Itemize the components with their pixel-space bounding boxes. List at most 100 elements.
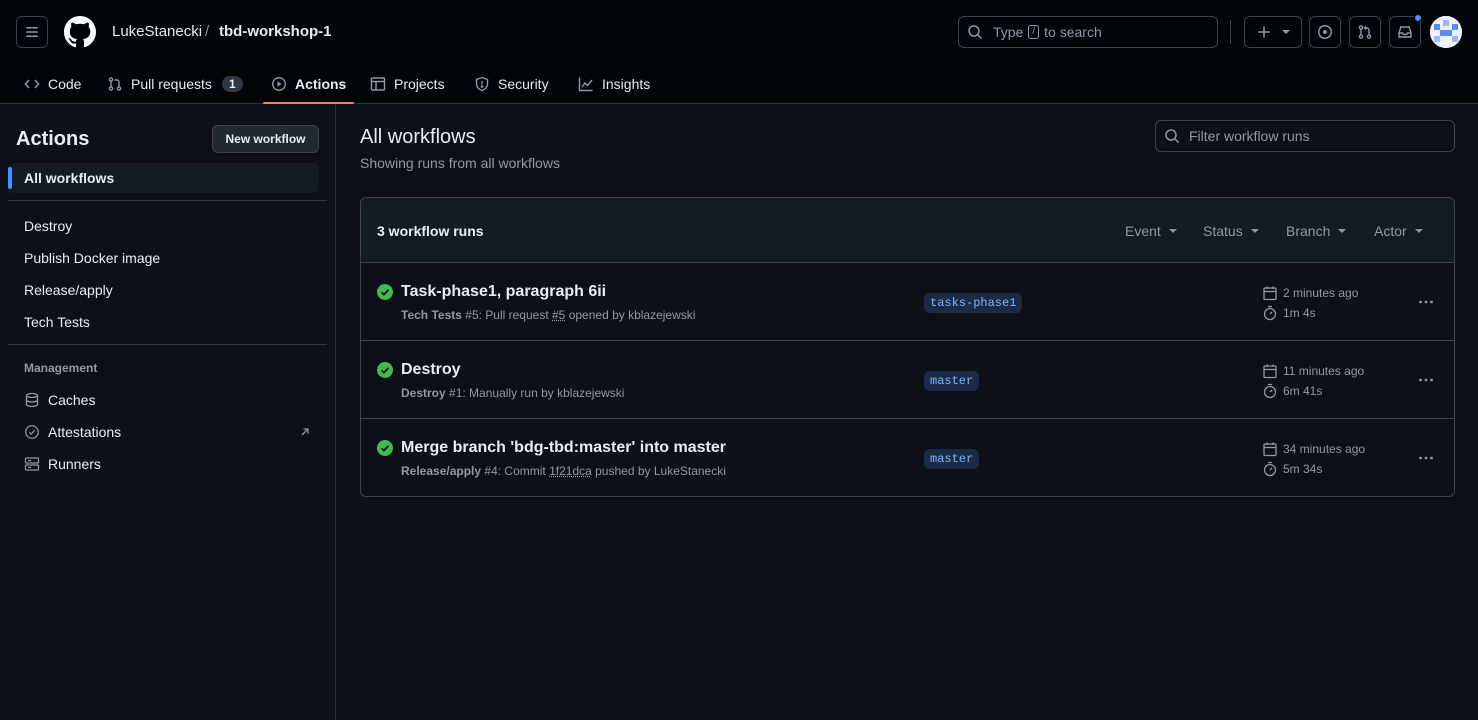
- header-divider: [1230, 20, 1231, 44]
- run-duration: 1m 4s: [1262, 305, 1316, 321]
- create-new-button[interactable]: [1244, 16, 1302, 48]
- run-meta: Destroy #1: Manually run by kblazejewski: [401, 386, 624, 400]
- tab-projects-label: Projects: [394, 76, 445, 92]
- sidebar-divider: [8, 344, 327, 345]
- run-number: #4: [484, 464, 498, 478]
- server-icon: [24, 456, 40, 472]
- sidebar-divider: [8, 200, 327, 201]
- sidebar-item-caches[interactable]: Caches: [8, 385, 319, 415]
- graph-icon: [578, 76, 594, 92]
- run-timestamp: 11 minutes ago: [1262, 363, 1364, 379]
- search-hint: Type / to search: [993, 24, 1102, 40]
- run-title-link[interactable]: Task-phase1, paragraph 6ii: [401, 283, 606, 301]
- sidebar-title: Actions: [16, 128, 90, 150]
- code-icon: [24, 76, 40, 92]
- branch-filter-label: Branch: [1286, 223, 1331, 239]
- git-pull-request-icon: [1357, 24, 1373, 40]
- tab-pull-requests-label: Pull requests: [131, 76, 212, 92]
- kebab-horizontal-icon[interactable]: [1410, 290, 1442, 314]
- repo-name-link[interactable]: tbd-workshop-1: [219, 23, 332, 40]
- verified-icon: [24, 424, 40, 440]
- event-filter-label: Event: [1125, 223, 1161, 239]
- avatar[interactable]: [1430, 16, 1462, 48]
- repo-separator: /: [205, 23, 210, 40]
- chevron-down-icon: [1338, 229, 1347, 233]
- database-icon: [24, 392, 40, 408]
- page-title: All workflows: [360, 126, 476, 148]
- filter-workflow-runs-field[interactable]: [1155, 120, 1455, 152]
- event-filter-dropdown[interactable]: Event: [1125, 223, 1177, 239]
- chevron-down-icon: [1168, 229, 1177, 233]
- actions-sidebar: Actions New workflow All workflows Destr…: [0, 104, 336, 720]
- tab-code[interactable]: Code: [16, 64, 89, 104]
- tab-projects[interactable]: Projects: [362, 64, 453, 104]
- sidebar-item-tech-tests[interactable]: Tech Tests: [8, 307, 319, 337]
- search-icon: [967, 24, 983, 40]
- tab-actions-label: Actions: [295, 76, 347, 92]
- workflow-run-row[interactable]: Merge branch 'bdg-tbd:master' into maste…: [361, 419, 1454, 496]
- menu-icon[interactable]: [16, 16, 48, 48]
- sidebar-item-release-apply[interactable]: Release/apply: [8, 275, 319, 305]
- chevron-down-icon: [1282, 30, 1290, 34]
- sidebar-item-label: All workflows: [24, 170, 115, 186]
- actor-filter-dropdown[interactable]: Actor: [1374, 223, 1423, 239]
- workflow-run-row[interactable]: Task-phase1, paragraph 6ii Tech Tests #5…: [361, 263, 1454, 341]
- run-timestamp: 2 minutes ago: [1262, 285, 1358, 301]
- sidebar-item-label: Destroy: [24, 218, 73, 234]
- calendar-icon: [1262, 285, 1278, 301]
- workflow-run-row[interactable]: Destroy Destroy #1: Manually run by kbla…: [361, 341, 1454, 419]
- pull-requests-counter: 1: [221, 76, 243, 92]
- sidebar-item-label: Publish Docker image: [24, 250, 161, 266]
- branch-tag[interactable]: tasks-phase1: [924, 293, 1023, 313]
- status-filter-label: Status: [1203, 223, 1243, 239]
- run-title-link[interactable]: Merge branch 'bdg-tbd:master' into maste…: [401, 439, 726, 457]
- run-meta: Tech Tests #5: Pull request #5 opened by…: [401, 308, 695, 322]
- actor-filter-label: Actor: [1374, 223, 1407, 239]
- global-search-input[interactable]: Type / to search: [958, 16, 1218, 48]
- pull-requests-button[interactable]: [1349, 16, 1381, 48]
- workflow-runs-list: 3 workflow runs Event Status Branch Acto…: [360, 197, 1455, 497]
- tab-insights[interactable]: Insights: [570, 64, 658, 104]
- run-workflow-name: Tech Tests: [401, 308, 462, 322]
- branch-tag[interactable]: master: [924, 371, 980, 391]
- sidebar-item-runners[interactable]: Runners: [8, 449, 319, 479]
- sidebar-item-all-workflows[interactable]: All workflows: [8, 163, 319, 193]
- sidebar-item-destroy[interactable]: Destroy: [8, 211, 319, 241]
- sidebar-item-publish-docker-image[interactable]: Publish Docker image: [8, 243, 319, 273]
- shield-icon: [474, 76, 490, 92]
- run-duration: 6m 41s: [1262, 383, 1322, 399]
- run-title-link[interactable]: Destroy: [401, 361, 461, 379]
- new-workflow-button[interactable]: New workflow: [212, 125, 319, 153]
- sidebar-item-label: Release/apply: [24, 282, 113, 298]
- sidebar-item-label: Caches: [48, 392, 96, 408]
- search-hint-prefix: Type: [993, 24, 1024, 40]
- run-ref-link[interactable]: #5: [552, 308, 565, 322]
- sidebar-item-label: Runners: [48, 456, 101, 472]
- git-pull-request-icon: [107, 76, 123, 92]
- sidebar-item-attestations[interactable]: Attestations: [8, 417, 319, 447]
- github-logo-icon[interactable]: [64, 16, 96, 48]
- tab-actions[interactable]: Actions: [263, 64, 355, 104]
- search-icon: [1164, 128, 1180, 144]
- run-meta-text: : Pull request: [478, 308, 552, 322]
- runs-list-header: 3 workflow runs Event Status Branch Acto…: [361, 198, 1454, 263]
- sidebar-item-label: Attestations: [48, 424, 122, 440]
- run-timestamp: 34 minutes ago: [1262, 441, 1365, 457]
- issues-button[interactable]: [1309, 16, 1341, 48]
- kebab-horizontal-icon[interactable]: [1410, 446, 1442, 470]
- run-meta: Release/apply #4: Commit 1f21dca pushed …: [401, 464, 726, 478]
- plus-icon: [1256, 24, 1272, 40]
- kebab-horizontal-icon[interactable]: [1410, 368, 1442, 392]
- run-meta-actor: pushed by LukeStanecki: [591, 464, 726, 478]
- filter-workflow-runs-input[interactable]: [1189, 128, 1439, 144]
- check-circle-fill-icon: [377, 284, 393, 300]
- branch-tag[interactable]: master: [924, 449, 980, 469]
- tab-security[interactable]: Security: [466, 64, 557, 104]
- runs-count: 3 workflow runs: [377, 223, 484, 239]
- tab-pull-requests[interactable]: Pull requests 1: [99, 64, 251, 104]
- repo-owner-link[interactable]: LukeStanecki: [112, 23, 202, 40]
- commit-sha-link[interactable]: 1f21dca: [549, 464, 592, 478]
- branch-filter-dropdown[interactable]: Branch: [1286, 223, 1347, 239]
- run-workflow-name: Release/apply: [401, 464, 482, 478]
- status-filter-dropdown[interactable]: Status: [1203, 223, 1259, 239]
